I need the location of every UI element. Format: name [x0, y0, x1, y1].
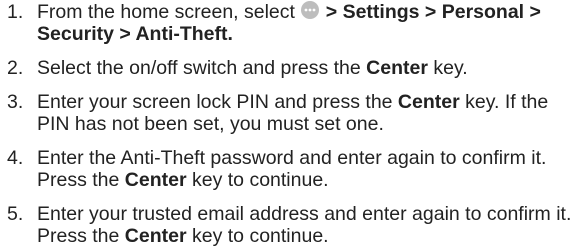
step-number: 4.: [7, 147, 24, 169]
icon-dot: [308, 8, 312, 12]
step-number: 1.: [7, 1, 24, 23]
step-line: Select the on/off switch and press the C…: [37, 57, 581, 79]
step-text: From the home screen, select: [37, 1, 301, 23]
menu-path: > Settings > Personal >: [320, 1, 541, 23]
step-line: Security > Anti-Theft.: [37, 23, 581, 45]
icon-dot: [304, 8, 308, 12]
icon-dot: [312, 8, 316, 12]
step-number: 2.: [7, 57, 24, 79]
step-number: 3.: [7, 91, 24, 113]
step-number: 5.: [7, 203, 24, 225]
step-text: key to continue.: [186, 225, 329, 247]
step-line: Enter your screen lock PIN and press the…: [37, 91, 581, 113]
center-key-label: Center: [366, 57, 428, 79]
center-key-label: Center: [397, 91, 460, 113]
step-line: Enter your trusted email address and ent…: [37, 203, 581, 225]
more-options-icon: [301, 1, 320, 19]
step-2: 2. Select the on/off switch and press th…: [0, 57, 581, 79]
step-text: key to continue.: [186, 169, 329, 191]
step-text: Select the on/off switch and press the: [37, 57, 367, 79]
step-5: 5. Enter your trusted email address and …: [0, 203, 581, 247]
instruction-page: 1. From the home screen, select > Settin…: [0, 0, 581, 247]
step-text: Enter the Anti-Theft password and enter …: [37, 147, 547, 169]
step-text: Press the: [37, 225, 125, 247]
step-text: PIN has not been set, you must set one.: [37, 113, 384, 135]
step-text: key. If the: [459, 91, 549, 113]
menu-path: Security > Anti-Theft.: [37, 23, 233, 45]
center-key-label: Center: [124, 225, 187, 247]
step-line: Enter the Anti-Theft password and enter …: [37, 147, 581, 169]
step-text: Enter your trusted email address and ent…: [37, 203, 572, 225]
step-3: 3. Enter your screen lock PIN and press …: [0, 91, 581, 135]
step-line: PIN has not been set, you must set one.: [37, 113, 581, 135]
step-text: key.: [427, 57, 468, 79]
center-key-label: Center: [124, 169, 187, 191]
more-options-icon-graphic: [301, 1, 320, 19]
step-text: Press the: [37, 169, 125, 191]
step-line: Press the Center key to continue.: [37, 225, 581, 247]
step-line: From the home screen, select > Settings …: [37, 1, 581, 23]
step-text: Enter your screen lock PIN and press the: [37, 91, 398, 113]
step-line: Press the Center key to continue.: [37, 169, 581, 191]
step-4: 4. Enter the Anti-Theft password and ent…: [0, 147, 581, 191]
step-1: 1. From the home screen, select > Settin…: [0, 1, 581, 45]
